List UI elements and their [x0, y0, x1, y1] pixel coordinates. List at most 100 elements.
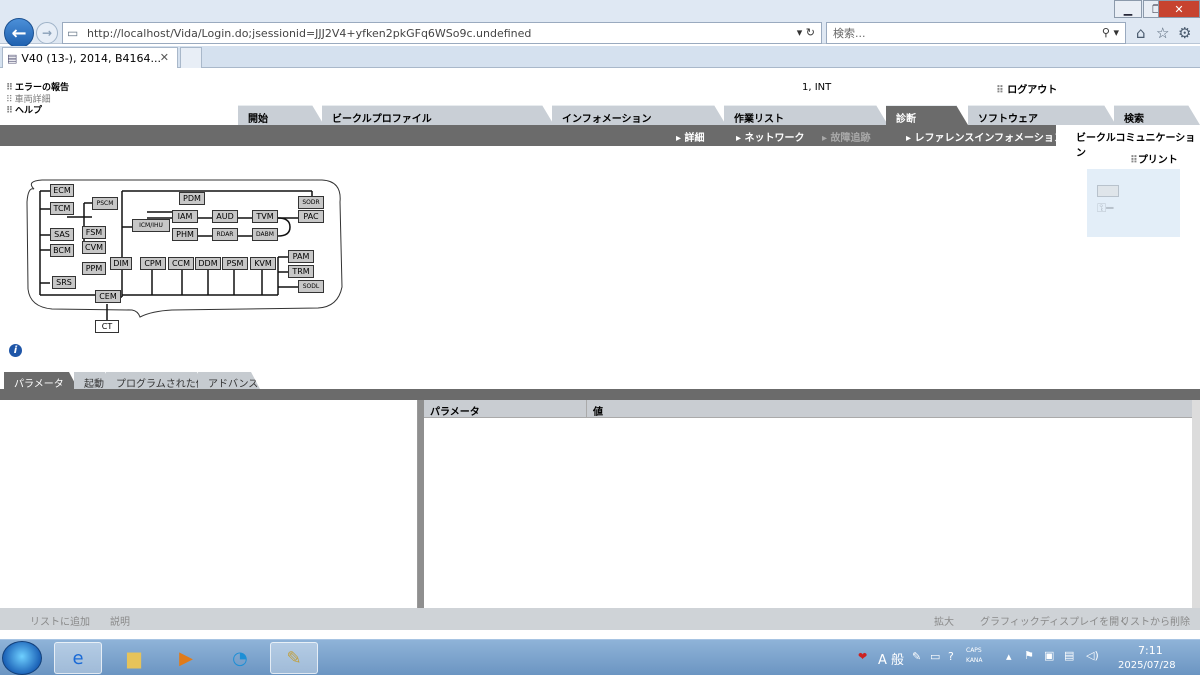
tab-page-icon: ▤ — [7, 51, 18, 65]
ime-tools-icon[interactable]: ✎ — [912, 650, 921, 663]
zoom-button[interactable]: 拡大 — [934, 613, 954, 628]
module-tvm[interactable]: TVM — [252, 210, 278, 223]
ime-mode[interactable]: A 般 — [878, 649, 904, 668]
sub-nav: ▸ 詳細 ▸ ネットワーク ▸ 故障追跡 ▸ レファレンスインフォメーション ビ… — [0, 125, 1200, 159]
folder-taskbar-icon[interactable]: ▆ — [110, 642, 158, 674]
module-dabm[interactable]: DABM — [252, 228, 278, 241]
help-link[interactable]: ⠿ ヘルプ — [6, 103, 42, 116]
clock-date[interactable]: 2025/07/28 — [1118, 660, 1176, 671]
network-icon[interactable]: ▤ — [1064, 649, 1074, 662]
tab-parameters[interactable]: パラメータ — [4, 372, 78, 389]
module-pam[interactable]: PAM — [288, 250, 314, 263]
address-controls[interactable]: ▾ ↻ — [797, 26, 815, 39]
vertical-scrollbar[interactable] — [1192, 400, 1200, 610]
tab-start[interactable]: 開始 — [238, 105, 324, 125]
remove-from-list-button[interactable]: リストから削除 — [1120, 613, 1190, 628]
address-bar[interactable]: ▭ http://localhost/Vida/Login.do;jsessio… — [62, 22, 822, 44]
caps-kana-indicator: CAPS KANA — [966, 647, 983, 664]
sub-nav-network[interactable]: ▸ ネットワーク — [736, 129, 805, 144]
help-icon[interactable]: ? — [948, 650, 954, 663]
new-tab-button[interactable] — [180, 47, 202, 68]
device-icon[interactable]: ▣ — [1044, 649, 1054, 662]
module-bcm[interactable]: BCM — [50, 244, 74, 257]
browser-tab[interactable]: ▤ V40 (13-), 2014, B4164... ✕ — [2, 47, 178, 68]
search-input[interactable]: 検索... ⚲ ▾ — [826, 22, 1126, 44]
module-ddm[interactable]: DDM — [195, 257, 221, 270]
tab-work-list[interactable]: 作業リスト — [724, 105, 888, 125]
media-player-taskbar-icon[interactable]: ▶ — [162, 642, 210, 674]
close-window-button[interactable]: ✕ — [1158, 0, 1200, 18]
module-cem[interactable]: CEM — [95, 290, 121, 303]
ie-taskbar-icon[interactable]: e — [54, 642, 102, 674]
ime-dictionary-icon[interactable]: ▭ — [930, 650, 940, 663]
module-ecm[interactable]: ECM — [50, 184, 74, 197]
column-parameter[interactable]: パラメータ — [424, 400, 587, 418]
module-tcm[interactable]: TCM — [50, 202, 74, 215]
module-sodr[interactable]: SODR — [298, 196, 324, 209]
module-rdar[interactable]: RDAR — [212, 228, 238, 241]
module-ppm[interactable]: PPM — [82, 262, 106, 275]
paint-taskbar-icon[interactable]: ✎ — [270, 642, 318, 674]
flag-icon[interactable]: ⚑ — [1024, 649, 1034, 662]
key-icon[interactable]: ⚿━ — [1097, 201, 1113, 216]
module-dim[interactable]: DIM — [110, 257, 132, 270]
language-icon[interactable]: ❤ — [858, 650, 867, 663]
tab-software[interactable]: ソフトウェア — [968, 105, 1116, 125]
star-icon[interactable]: ☆ — [1156, 24, 1169, 42]
edge-taskbar-icon[interactable]: ◔ — [216, 642, 264, 674]
start-button[interactable] — [2, 641, 42, 675]
sub-nav-fault-tracing: ▸ 故障追跡 — [822, 133, 871, 144]
tab-search[interactable]: 検索 — [1114, 105, 1200, 125]
module-sas[interactable]: SAS — [50, 228, 74, 241]
parameter-list-panel[interactable] — [0, 400, 418, 608]
show-hidden-icons[interactable]: ▴ — [1006, 650, 1012, 663]
info-icon[interactable]: i — [9, 344, 22, 357]
module-pdm[interactable]: PDM — [179, 192, 205, 205]
description-button[interactable]: 説明 — [110, 613, 130, 628]
logout-link[interactable]: ⠿ ログアウト — [996, 81, 1057, 96]
module-fsm[interactable]: FSM — [82, 226, 106, 239]
module-psm[interactable]: PSM — [222, 257, 248, 270]
print-link[interactable]: ⠿プリント — [1130, 151, 1178, 166]
home-icon[interactable]: ⌂ — [1136, 24, 1146, 42]
print-options-panel: ⚿━ — [1087, 169, 1180, 237]
search-controls[interactable]: ⚲ ▾ — [1102, 26, 1119, 39]
module-sodl[interactable]: SODL — [298, 280, 324, 293]
module-aud[interactable]: AUD — [212, 210, 238, 223]
open-graphic-display-button[interactable]: グラフィックディスプレイを開く — [980, 613, 1129, 628]
module-cvm[interactable]: CVM — [82, 241, 106, 254]
module-srs[interactable]: SRS — [52, 276, 76, 289]
tab-diagnostics[interactable]: 診断 — [886, 105, 968, 125]
module-phm[interactable]: PHM — [172, 228, 198, 241]
module-pscm[interactable]: PSCM — [92, 197, 118, 210]
module-pac[interactable]: PAC — [298, 210, 324, 223]
tab-close-icon[interactable]: ✕ — [160, 51, 169, 64]
sub-nav-details[interactable]: ▸ 詳細 — [676, 129, 705, 144]
module-ccm[interactable]: CCM — [168, 257, 194, 270]
volume-icon[interactable]: ◁) — [1086, 649, 1099, 662]
back-button[interactable]: ← — [4, 18, 34, 48]
tab-vehicle-profile[interactable]: ビークルプロファイル — [322, 105, 554, 125]
browser-toolbar: ▁ ❐ ✕ ← → ▭ http://localhost/Vida/Login.… — [0, 0, 1200, 48]
forward-button[interactable]: → — [36, 22, 58, 44]
module-icm-ihu[interactable]: ICM/IHU — [132, 219, 170, 232]
tab-programmed-values[interactable]: プログラムされた値 — [106, 372, 206, 389]
network-diagram: ECM TCM PSCM SAS FSM BCM CVM PPM DIM SRS… — [22, 177, 352, 347]
tab-information[interactable]: インフォメーション — [552, 105, 726, 125]
clock-time[interactable]: 7:11 — [1138, 644, 1163, 657]
add-to-list-button[interactable]: リストに追加 — [30, 613, 90, 628]
module-kvm[interactable]: KVM — [250, 257, 276, 270]
vida-page: ⠿ エラーの報告 ⠿ 車両詳細 ⠿ ヘルプ 1, INT ⠿ ログアウト 開始 ビーク… — [0, 69, 1200, 639]
column-value[interactable]: 値 — [587, 400, 1192, 418]
sub-nav-vehicle-communication[interactable]: ビークルコミュニケーション — [1056, 125, 1200, 159]
module-iam[interactable]: IAM — [172, 210, 198, 223]
gear-icon[interactable]: ⚙ — [1178, 24, 1191, 42]
module-ct[interactable]: CT — [95, 320, 119, 333]
module-trm[interactable]: TRM — [288, 265, 314, 278]
sub-nav-reference-info[interactable]: ▸ レファレンスインフォメーション — [906, 129, 1064, 144]
minimize-button[interactable]: ▁ — [1114, 0, 1142, 18]
calendar-icon[interactable] — [1097, 185, 1119, 197]
module-cpm[interactable]: CPM — [140, 257, 166, 270]
user-info: 1, INT — [802, 82, 832, 93]
tab-advanced[interactable]: アドバンス — [198, 372, 260, 389]
